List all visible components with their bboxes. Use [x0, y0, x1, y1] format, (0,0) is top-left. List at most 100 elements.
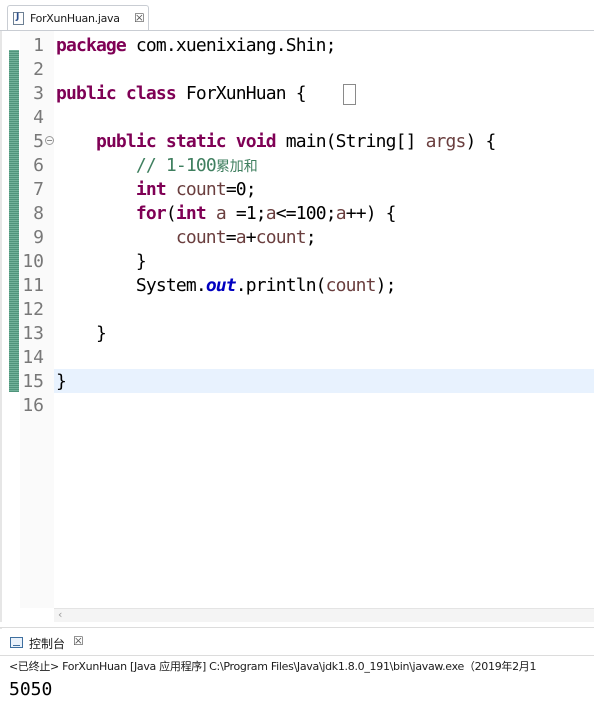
editor-tab-label: ForXunHuan.java — [30, 12, 120, 25]
code-line[interactable]: 4 — [0, 106, 594, 130]
code-token: a — [265, 203, 277, 224]
code-line[interactable]: 11 System.out.println(count); — [0, 274, 594, 298]
code-text: } — [56, 370, 67, 394]
code-token: a — [235, 227, 247, 248]
code-text: count=a+count; — [56, 226, 317, 250]
line-number: 6 — [33, 155, 44, 176]
editor-tab-bar: J ForXunHuan.java ☒ — [0, 0, 594, 31]
code-line[interactable]: 7 int count=0; — [0, 178, 594, 202]
code-token: void — [235, 131, 277, 152]
code-line[interactable]: 13 } — [0, 322, 594, 346]
code-token: count — [175, 179, 227, 200]
code-token: for — [135, 203, 167, 224]
line-number: 12 — [22, 299, 44, 320]
line-number: 7 — [33, 179, 44, 200]
horizontal-scrollbar[interactable]: ‹ — [54, 608, 594, 622]
code-token: int — [135, 179, 167, 200]
close-icon[interactable]: ☒ — [73, 634, 84, 648]
line-number: 14 — [22, 347, 44, 368]
console-divider — [0, 655, 594, 656]
code-token: =0; — [225, 179, 257, 200]
java-file-icon: J — [13, 12, 24, 25]
code-text: } — [56, 322, 107, 346]
code-line[interactable]: 8 for(int a =1;a<=100;a++) { — [0, 202, 594, 226]
code-token: ForXunHuan { — [175, 83, 307, 104]
code-token: com.xuenixiang.Shin; — [125, 35, 337, 56]
line-number: 13 — [22, 323, 44, 344]
code-text: System.out.println(count); — [56, 274, 397, 298]
line-number: 16 — [22, 395, 44, 416]
code-line[interactable]: 5− public static void main(String[] args… — [0, 130, 594, 154]
code-token: public — [56, 83, 117, 104]
code-text: for(int a =1;a<=100;a++) { — [56, 202, 397, 226]
code-line[interactable]: 15} — [0, 370, 594, 394]
code-line[interactable]: 14 — [0, 346, 594, 370]
line-number: 1 — [33, 35, 44, 56]
line-number: 4 — [33, 107, 44, 128]
line-number: 2 — [33, 59, 44, 80]
code-token: out — [205, 275, 237, 296]
fold-toggle-icon[interactable]: − — [45, 136, 54, 145]
code-token: package — [56, 35, 127, 56]
code-token: args — [425, 131, 467, 152]
line-number: 5 — [33, 131, 44, 152]
line-number: 8 — [33, 203, 44, 224]
code-token: count — [175, 227, 227, 248]
code-line[interactable]: 3 public class ForXunHuan { — [0, 82, 594, 106]
code-token: count — [325, 275, 377, 296]
code-text: public class ForXunHuan { — [56, 82, 307, 106]
code-token: } — [56, 371, 67, 392]
code-token: System. — [56, 275, 207, 296]
console-status-line: <已终止> ForXunHuan [Java 应用程序] C:\Program … — [9, 660, 537, 673]
code-line[interactable]: 16 — [0, 394, 594, 418]
line-number: 9 — [33, 227, 44, 248]
code-token: a — [335, 203, 347, 224]
code-line[interactable]: 9 count=a+count; — [0, 226, 594, 250]
code-token: ); — [375, 275, 397, 296]
line-number: 3 — [33, 83, 44, 104]
code-line[interactable]: 1 package com.xuenixiang.Shin; — [0, 34, 594, 58]
code-token: class — [125, 83, 177, 104]
editor-tab-forxunhuan[interactable]: J ForXunHuan.java ☒ — [7, 5, 149, 31]
code-line[interactable]: 10 } — [0, 250, 594, 274]
code-token: } — [56, 323, 107, 344]
code-text: } — [56, 250, 147, 274]
code-token: <=100; — [275, 203, 337, 224]
scroll-left-icon[interactable]: ‹ — [58, 608, 62, 621]
line-number: 10 — [22, 251, 44, 272]
console-tab-label: 控制台 — [29, 637, 66, 651]
code-line[interactable]: 6 // 1-100累加和 — [0, 154, 594, 178]
line-number: 11 — [22, 275, 44, 296]
code-token: 累加和 — [215, 159, 258, 175]
code-text: public static void main(String[] args) { — [56, 130, 497, 154]
editor-bottom-edge — [0, 622, 594, 628]
code-line[interactable]: 12 — [0, 298, 594, 322]
code-token: .println( — [235, 275, 327, 296]
code-token: + — [245, 227, 257, 248]
code-text: // 1-100累加和 — [56, 154, 258, 179]
code-token: a — [215, 203, 227, 224]
console-tab-bar: 控制台 ☒ — [0, 629, 594, 656]
close-icon[interactable]: ☒ — [134, 11, 145, 25]
code-token: main(String[] — [275, 131, 426, 152]
tab-console[interactable]: 控制台 ☒ — [5, 631, 91, 655]
code-text: package com.xuenixiang.Shin; — [56, 34, 337, 58]
code-token: ; — [305, 227, 317, 248]
code-token: =1; — [225, 203, 267, 224]
console-output[interactable]: 5050 — [9, 678, 52, 702]
code-line[interactable]: 2 — [0, 58, 594, 82]
code-token: // 1-100 — [135, 155, 217, 176]
code-token: ) { — [465, 131, 497, 152]
code-token: count — [255, 227, 307, 248]
console-icon — [10, 637, 23, 648]
code-token: ( — [165, 203, 177, 224]
code-text: int count=0; — [56, 178, 257, 202]
